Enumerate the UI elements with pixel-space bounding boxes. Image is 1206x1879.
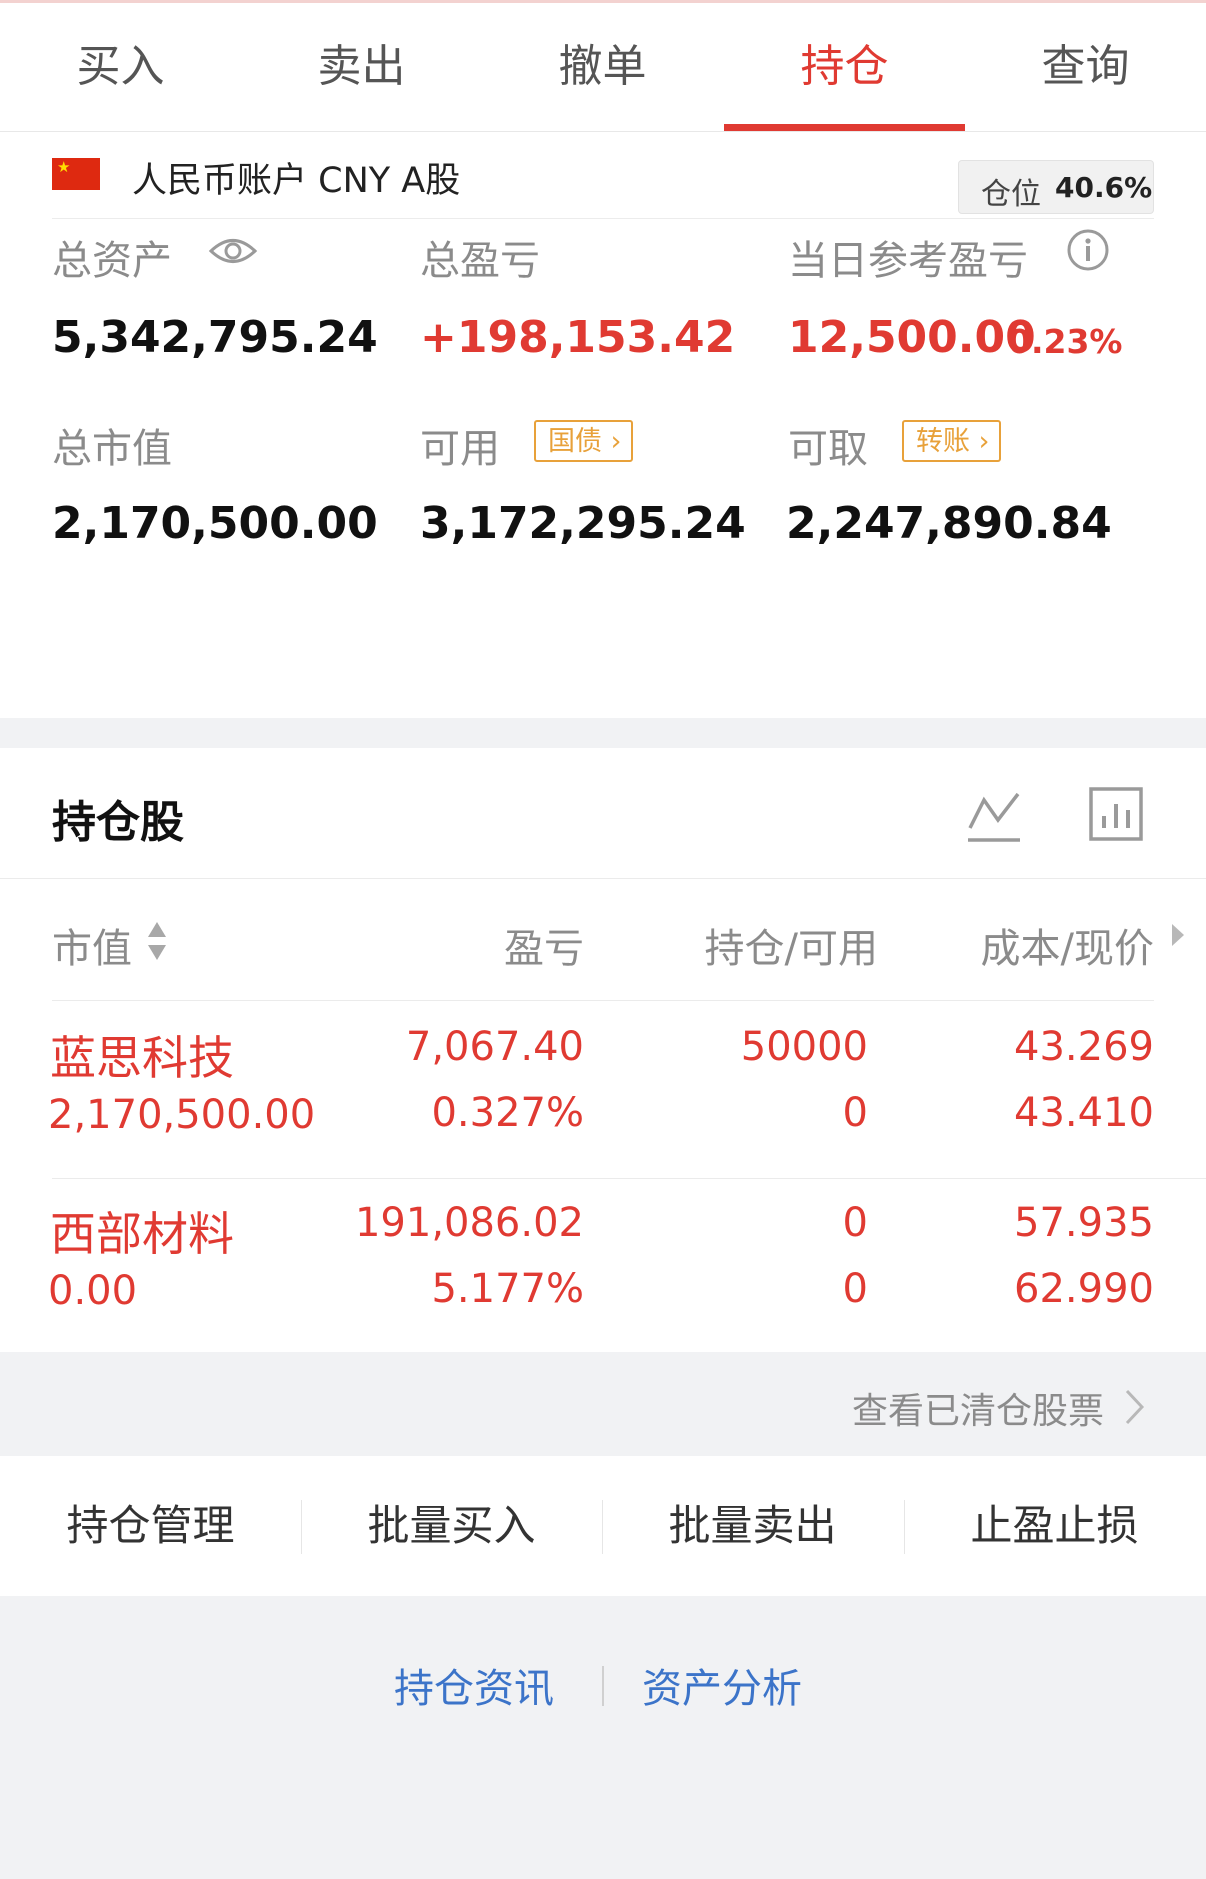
stock-price: 62.990 (1014, 1266, 1154, 1312)
cleared-stocks-link[interactable]: 查看已清仓股票 (0, 1352, 1206, 1456)
account-header[interactable]: ★ 人民币账户 CNY A股 仓位 40.6% (52, 132, 1154, 219)
position-label: 仓位 (981, 177, 1041, 212)
take-profit-stop-loss-button[interactable]: 止盈止损 (904, 1456, 1205, 1596)
trend-line-icon[interactable] (966, 788, 1022, 844)
total-pnl-value: +198,153.42 (420, 312, 736, 363)
total-assets-value: 5,342,795.24 (52, 312, 378, 363)
holding-row[interactable]: 蓝思科技 2,170,500.00 7,067.40 0.327% 50000 … (0, 1002, 1206, 1176)
daily-pnl-value: 12,500.00 (788, 312, 1036, 363)
total-assets-label: 总资产 (52, 238, 172, 284)
chevron-right-icon (1125, 1389, 1145, 1425)
column-header-position: 持仓/可用 (704, 926, 878, 972)
tab-buy[interactable]: 买入 (0, 3, 241, 131)
manage-holdings-button[interactable]: 持仓管理 (0, 1456, 301, 1596)
holdings-title: 持仓股 (52, 797, 184, 848)
stock-cost: 57.935 (1014, 1200, 1154, 1246)
treasury-bond-tag-label: 国债 (548, 426, 602, 457)
stock-price: 43.410 (1014, 1090, 1154, 1136)
stock-pnl: 7,067.40 (405, 1024, 584, 1070)
market-value-value: 2,170,500.00 (52, 498, 378, 549)
transfer-tag[interactable]: 转账 › (902, 420, 1002, 462)
holdings-news-link[interactable]: 持仓资讯 (394, 1656, 554, 1714)
divider (52, 1000, 1154, 1001)
holding-row[interactable]: 西部材料 0.00 191,086.02 5.177% 0 0 57.935 6… (0, 1178, 1206, 1352)
position-ratio-badge: 仓位 40.6% (958, 160, 1154, 214)
holdings-section: 持仓股 市值 盈亏 持仓/可用 成本/现价 蓝思科技 2,170,500.00 … (0, 748, 1206, 1352)
stock-pnl-percent: 0.327% (431, 1090, 584, 1136)
total-pnl-label: 总盈亏 (420, 238, 540, 284)
stock-name: 西部材料 (50, 1207, 234, 1261)
stock-pnl: 191,086.02 (354, 1200, 584, 1246)
china-flag-icon: ★ (52, 158, 100, 190)
chevron-right-icon: › (970, 426, 990, 457)
divider (0, 878, 1206, 879)
market-value-label: 总市值 (52, 426, 172, 472)
cleared-stocks-label: 查看已清仓股票 (851, 1391, 1104, 1432)
treasury-bond-tag[interactable]: 国债 › (534, 420, 634, 462)
stock-pnl-percent: 5.177% (431, 1266, 584, 1312)
chevron-right-icon: › (602, 426, 622, 457)
stock-cost: 43.269 (1014, 1024, 1154, 1070)
stock-market-value: 2,170,500.00 (48, 1092, 316, 1138)
active-tab-indicator (724, 124, 965, 131)
account-name: 人民币账户 CNY A股 (132, 161, 461, 201)
batch-sell-button[interactable]: 批量卖出 (602, 1456, 903, 1596)
eye-icon[interactable] (208, 234, 258, 268)
trade-tabs: 买入 卖出 撤单 持仓 查询 (0, 3, 1206, 132)
daily-pnl-percent: 0.23% (1008, 322, 1123, 361)
position-value: 40.6% (1055, 171, 1153, 204)
batch-buy-button[interactable]: 批量买入 (301, 1456, 602, 1596)
stock-name: 蓝思科技 (50, 1031, 234, 1085)
withdrawable-label: 可取 (788, 426, 868, 472)
divider (602, 1666, 604, 1706)
tab-holdings[interactable]: 持仓 (724, 3, 965, 131)
stock-position: 50000 (740, 1024, 868, 1070)
column-header-cost-price: 成本/现价 (980, 926, 1154, 972)
account-summary: ★ 人民币账户 CNY A股 仓位 40.6% 总资产 总盈亏 当日参考盈亏 5… (0, 132, 1206, 718)
transfer-tag-label: 转账 (916, 426, 970, 457)
tab-query[interactable]: 查询 (965, 3, 1206, 131)
scroll-right-icon[interactable] (1172, 924, 1184, 946)
info-icon[interactable] (1066, 228, 1110, 272)
available-label: 可用 (420, 426, 500, 472)
tab-cancel-order[interactable]: 撤单 (482, 3, 723, 131)
holdings-action-bar: 持仓管理 批量买入 批量卖出 止盈止损 (0, 1456, 1206, 1596)
column-header-market-value[interactable]: 市值 (52, 916, 132, 974)
bottom-links: 持仓资讯 资产分析 (0, 1596, 1206, 1879)
sort-icon[interactable] (146, 920, 168, 962)
bar-chart-icon[interactable] (1088, 786, 1144, 842)
stock-available: 0 (842, 1090, 868, 1136)
tab-sell[interactable]: 卖出 (241, 3, 482, 131)
asset-analysis-link[interactable]: 资产分析 (642, 1656, 802, 1714)
column-header-pnl: 盈亏 (504, 926, 584, 972)
daily-pnl-label: 当日参考盈亏 (788, 238, 1028, 284)
withdrawable-value: 2,247,890.84 (786, 498, 1112, 549)
stock-position: 0 (842, 1200, 868, 1246)
stock-available: 0 (842, 1266, 868, 1312)
stock-market-value: 0.00 (48, 1268, 138, 1314)
available-value: 3,172,295.24 (420, 498, 746, 549)
